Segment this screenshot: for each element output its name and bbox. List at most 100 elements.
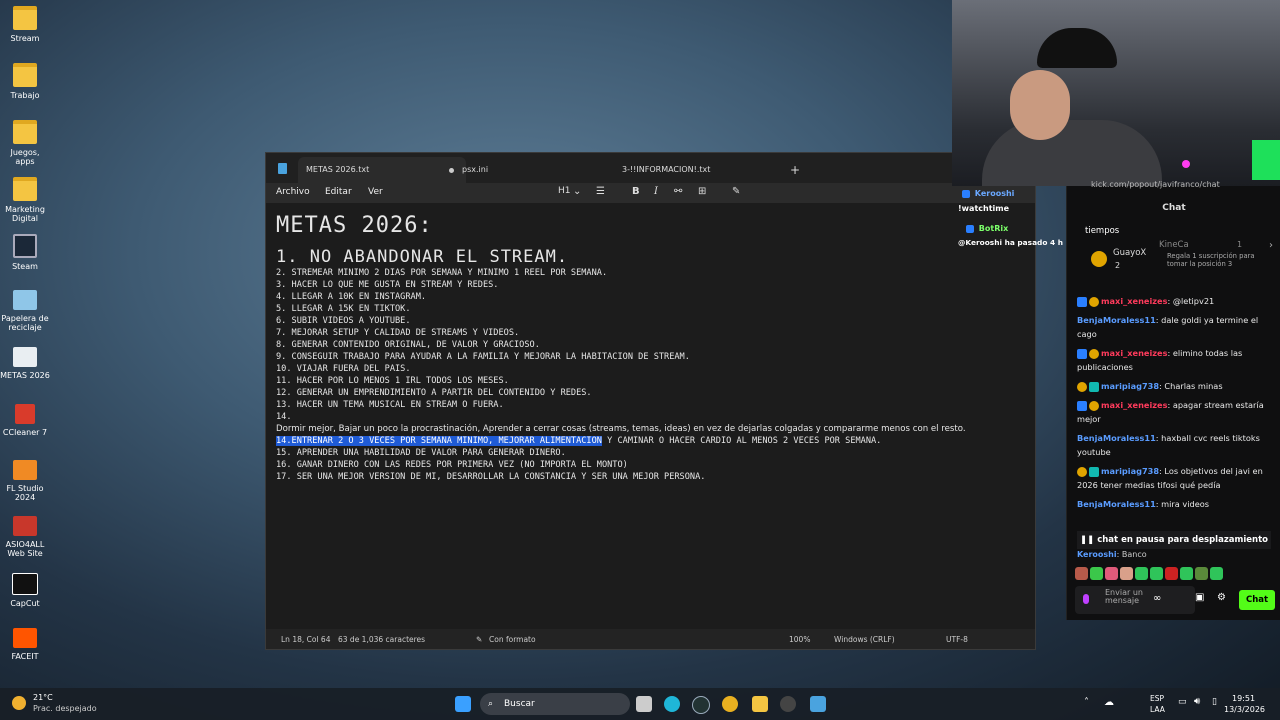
emote-icon[interactable] — [1165, 567, 1178, 580]
desktop-icon-faceit[interactable]: FACEIT — [0, 628, 50, 661]
webcam-light-dot — [1182, 160, 1190, 168]
steam-icon[interactable] — [692, 696, 710, 714]
desktop-icon-recycle-bin[interactable]: Papelera de reciclaje — [0, 290, 50, 332]
line-ending[interactable]: Windows (CRLF) — [834, 635, 895, 644]
emote-icon[interactable] — [1135, 567, 1148, 580]
cloud-icon[interactable]: ☁ — [1104, 697, 1114, 708]
desktop-icon-asio[interactable]: ASIO4ALL Web Site — [0, 516, 50, 558]
desktop-icon-metas[interactable]: METAS 2026 — [0, 347, 50, 380]
bold-icon[interactable]: B — [632, 186, 640, 197]
doc-title: METAS 2026: — [276, 213, 433, 238]
clock-date[interactable]: 13/3/2026 — [1224, 705, 1265, 714]
overlay-bot-name: BotRix — [978, 224, 1009, 233]
emote-icon[interactable] — [1120, 567, 1133, 580]
chrome-icon[interactable] — [722, 696, 738, 712]
edge-icon[interactable] — [664, 696, 680, 712]
send-chat-button[interactable]: Chat — [1239, 590, 1275, 610]
emote-icon[interactable] — [1105, 567, 1118, 580]
desktop-icon-stream[interactable]: Stream — [0, 6, 50, 43]
battery-icon[interactable]: ▯ — [1212, 697, 1217, 707]
desktop-icon-label: ASIO4ALL Web Site — [5, 540, 45, 558]
notepad-icon[interactable] — [810, 696, 826, 712]
desktop-icon-ccleaner[interactable]: CCleaner 7 — [0, 404, 50, 437]
chat-username[interactable]: maripiag738 — [1101, 381, 1159, 391]
chat-username[interactable]: BenjaMoraless11 — [1077, 433, 1156, 443]
desktop-icon-label: Trabajo — [10, 91, 40, 100]
network-icon[interactable]: ▭ — [1178, 697, 1187, 707]
doc-line: 12. GENERAR UN EMPRENDIMIENTO A PARTIR D… — [276, 388, 592, 398]
task-view-icon[interactable] — [636, 696, 652, 712]
chevron-right-icon[interactable]: › — [1269, 240, 1273, 251]
mic-icon[interactable] — [1083, 594, 1089, 604]
chat-username[interactable]: maxi_xeneizes — [1101, 400, 1167, 410]
desktop-icon-label: FL Studio 2024 — [6, 484, 44, 502]
desktop-icon-marketing[interactable]: Marketing Digital — [0, 177, 50, 223]
encoding[interactable]: UTF-8 — [946, 635, 968, 644]
weather-desc: Prac. despejado — [33, 704, 97, 713]
desktop-icon-capcut[interactable]: CapCut — [0, 573, 50, 608]
emote-icon[interactable] — [1090, 567, 1103, 580]
weather-temp: 21°C — [33, 693, 53, 702]
gear-icon[interactable]: ⚙ — [1217, 592, 1226, 603]
list-icon[interactable]: ☰ — [596, 186, 605, 197]
desktop-icon-trabajo[interactable]: Trabajo — [0, 63, 50, 100]
italic-icon[interactable]: I — [654, 186, 658, 197]
lang-1[interactable]: ESP — [1150, 694, 1164, 703]
char-count: 63 de 1,036 caracteres — [338, 635, 426, 644]
menu-archivo[interactable]: Archivo — [276, 187, 310, 197]
table-icon[interactable]: ⊞ — [698, 186, 706, 197]
emote-icon[interactable] — [1180, 567, 1193, 580]
runner-count: 1 — [1237, 240, 1243, 249]
chat-badge-icon — [1077, 400, 1087, 411]
chat-username[interactable]: Kerooshi — [1077, 550, 1117, 558]
webcam-person-cap — [1037, 28, 1117, 68]
format-mode[interactable]: Con formato — [489, 635, 536, 644]
emote-icon[interactable] — [1150, 567, 1163, 580]
tab-psx[interactable]: psx.ini — [454, 157, 612, 183]
volume-icon[interactable]: 🔊︎ — [1194, 696, 1200, 707]
menu-ver[interactable]: Ver — [368, 187, 383, 197]
chat-username[interactable]: maxi_xeneizes — [1101, 348, 1167, 358]
partial-message: Kerooshi: Banco — [1077, 550, 1147, 558]
file-explorer-icon[interactable] — [752, 696, 768, 712]
chevron-down-icon[interactable]: ⌄ — [573, 186, 581, 197]
start-icon[interactable] — [455, 696, 471, 712]
desktop-icon-flstudio[interactable]: FL Studio 2024 — [0, 460, 50, 502]
chat-username[interactable]: BenjaMoraless11 — [1077, 499, 1156, 509]
lang-2[interactable]: LAA — [1150, 705, 1165, 714]
heading-dropdown[interactable]: H1 — [558, 186, 571, 196]
doc-line: 17. SER UNA MEJOR VERSION DE MI, DESARRO… — [276, 472, 706, 482]
gift-icon[interactable]: ▣ — [1195, 592, 1204, 603]
link-icon[interactable]: ⚯ — [674, 186, 682, 197]
chat-username[interactable]: maripiag738 — [1101, 466, 1159, 476]
emote-icon[interactable] — [1195, 567, 1208, 580]
spellcheck-icon[interactable]: ✎ — [732, 186, 740, 197]
text-editor[interactable]: METAS 2026: 1. NO ABANDONAR EL STREAM. 2… — [266, 203, 1035, 629]
weather-icon[interactable] — [12, 696, 26, 710]
search-label: Buscar — [504, 699, 535, 709]
chat-username[interactable]: BenjaMoraless11 — [1077, 315, 1156, 325]
zoom-level[interactable]: 100% — [789, 635, 810, 644]
desktop-icon-steam[interactable]: Steam — [0, 234, 50, 271]
tab-metas[interactable]: METAS 2026.txt — [298, 157, 466, 183]
gift-leaderboard[interactable]: GuayoX 2 KineCa 1 Regala 1 suscripción p… — [1085, 240, 1273, 280]
chat-badge-icon — [1077, 348, 1087, 359]
taskbar: 21°C Prac. despejado ⌕ Buscar ˄ ☁ ESP LA… — [0, 688, 1280, 720]
menu-editar[interactable]: Editar — [325, 187, 352, 197]
emote-icon[interactable] — [1075, 567, 1088, 580]
taskbar-search[interactable]: ⌕ Buscar — [480, 693, 630, 715]
chat-paused-banner[interactable]: ❚❚ chat en pausa para desplazamiento — [1077, 531, 1271, 549]
chat-input[interactable]: Enviar un mensaje — [1075, 586, 1195, 614]
tray-chevron-icon[interactable]: ˄ — [1084, 697, 1089, 708]
chat-message: maripiag738: Charlas minas — [1077, 379, 1271, 393]
tab-informacion[interactable]: 3-!!INFORMACION!.txt — [614, 157, 772, 183]
emote-icon[interactable] — [1210, 567, 1223, 580]
clock-time[interactable]: 19:51 — [1232, 694, 1255, 703]
emote-picker-icon[interactable]: ∞ — [1153, 593, 1161, 604]
chat-username[interactable]: maxi_xeneizes — [1101, 296, 1167, 306]
doc-line: 16. GANAR DINERO CON LAS REDES POR PRIME… — [276, 460, 628, 470]
desktop-icon-label: Marketing Digital — [5, 205, 45, 223]
new-tab-button[interactable]: + — [782, 157, 800, 183]
desktop-icon-juegos[interactable]: Juegos, apps — [0, 120, 50, 166]
obs-icon[interactable] — [780, 696, 796, 712]
